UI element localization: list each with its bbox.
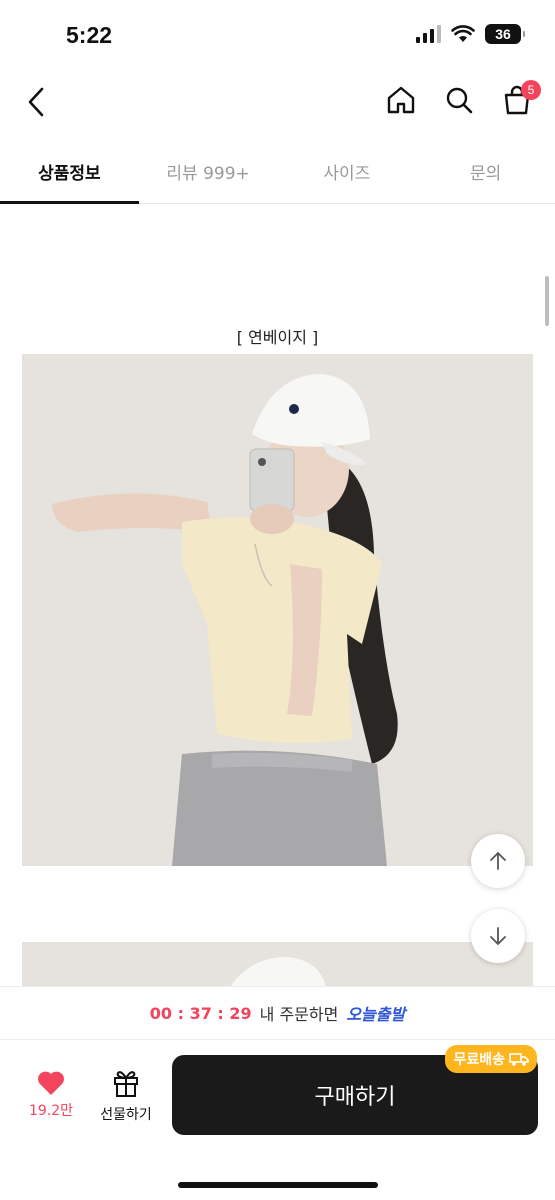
battery-icon: 36 xyxy=(485,24,525,44)
like-button[interactable]: 19.2만 xyxy=(22,1070,80,1130)
wifi-icon xyxy=(451,25,475,42)
like-count: 19.2만 xyxy=(28,1103,74,1119)
chevron-left-icon xyxy=(28,87,44,117)
free-shipping-label: 무료배송 xyxy=(453,1052,505,1068)
scroll-up-button[interactable] xyxy=(471,834,525,888)
cellular-signal-icon xyxy=(416,25,441,43)
free-shipping-badge: 무료배송 xyxy=(445,1045,537,1073)
cart-button[interactable]: 5 xyxy=(499,80,541,120)
status-icons: 36 xyxy=(416,24,525,44)
nav-actions: 5 xyxy=(383,80,541,120)
status-bar: 5:22 36 xyxy=(0,0,555,70)
tab-inquiry[interactable]: 문의 xyxy=(416,142,555,203)
gift-label: 선물하기 xyxy=(100,1107,152,1123)
home-icon xyxy=(387,86,415,114)
status-time: 5:22 xyxy=(66,22,113,48)
search-icon xyxy=(446,87,473,114)
tab-product-info[interactable]: 상품정보 xyxy=(0,142,139,204)
top-nav-bar: 5 xyxy=(0,70,555,132)
today-shipping-label: 오늘출발 xyxy=(346,1005,406,1024)
product-tabs: 상품정보 리뷰 999+ 사이즈 문의 xyxy=(0,142,555,204)
heart-icon xyxy=(38,1071,64,1095)
product-photo xyxy=(22,354,533,866)
scroll-down-button[interactable] xyxy=(471,909,525,963)
countdown-timer: 00 : 37 : 29 xyxy=(149,1003,252,1023)
arrow-up-icon xyxy=(490,852,506,870)
buy-button-label: 구매하기 xyxy=(314,1085,396,1110)
cart-count-badge: 5 xyxy=(521,80,541,100)
shipping-countdown-bar: 00 : 37 : 29 내 주문하면 오늘출발 xyxy=(0,986,555,1040)
gift-button[interactable]: 선물하기 xyxy=(90,1068,162,1128)
home-button[interactable] xyxy=(383,80,419,120)
back-button[interactable] xyxy=(18,82,54,122)
scrollbar-thumb[interactable] xyxy=(545,276,549,326)
truck-icon xyxy=(509,1053,529,1066)
order-text: 내 주문하면 xyxy=(259,1005,339,1024)
search-button[interactable] xyxy=(441,80,477,120)
arrow-down-icon xyxy=(490,927,506,945)
tab-reviews[interactable]: 리뷰 999+ xyxy=(139,142,278,203)
bottom-action-bar: 19.2만 선물하기 구매하기 무료배송 xyxy=(0,1040,555,1200)
tab-size[interactable]: 사이즈 xyxy=(278,142,417,203)
home-indicator xyxy=(178,1182,378,1188)
product-detail-content[interactable]: [ 연베이지 ] xyxy=(0,204,555,986)
image-caption: [ 연베이지 ] xyxy=(236,328,319,347)
gift-icon xyxy=(114,1071,138,1097)
product-photo-2 xyxy=(22,942,533,986)
